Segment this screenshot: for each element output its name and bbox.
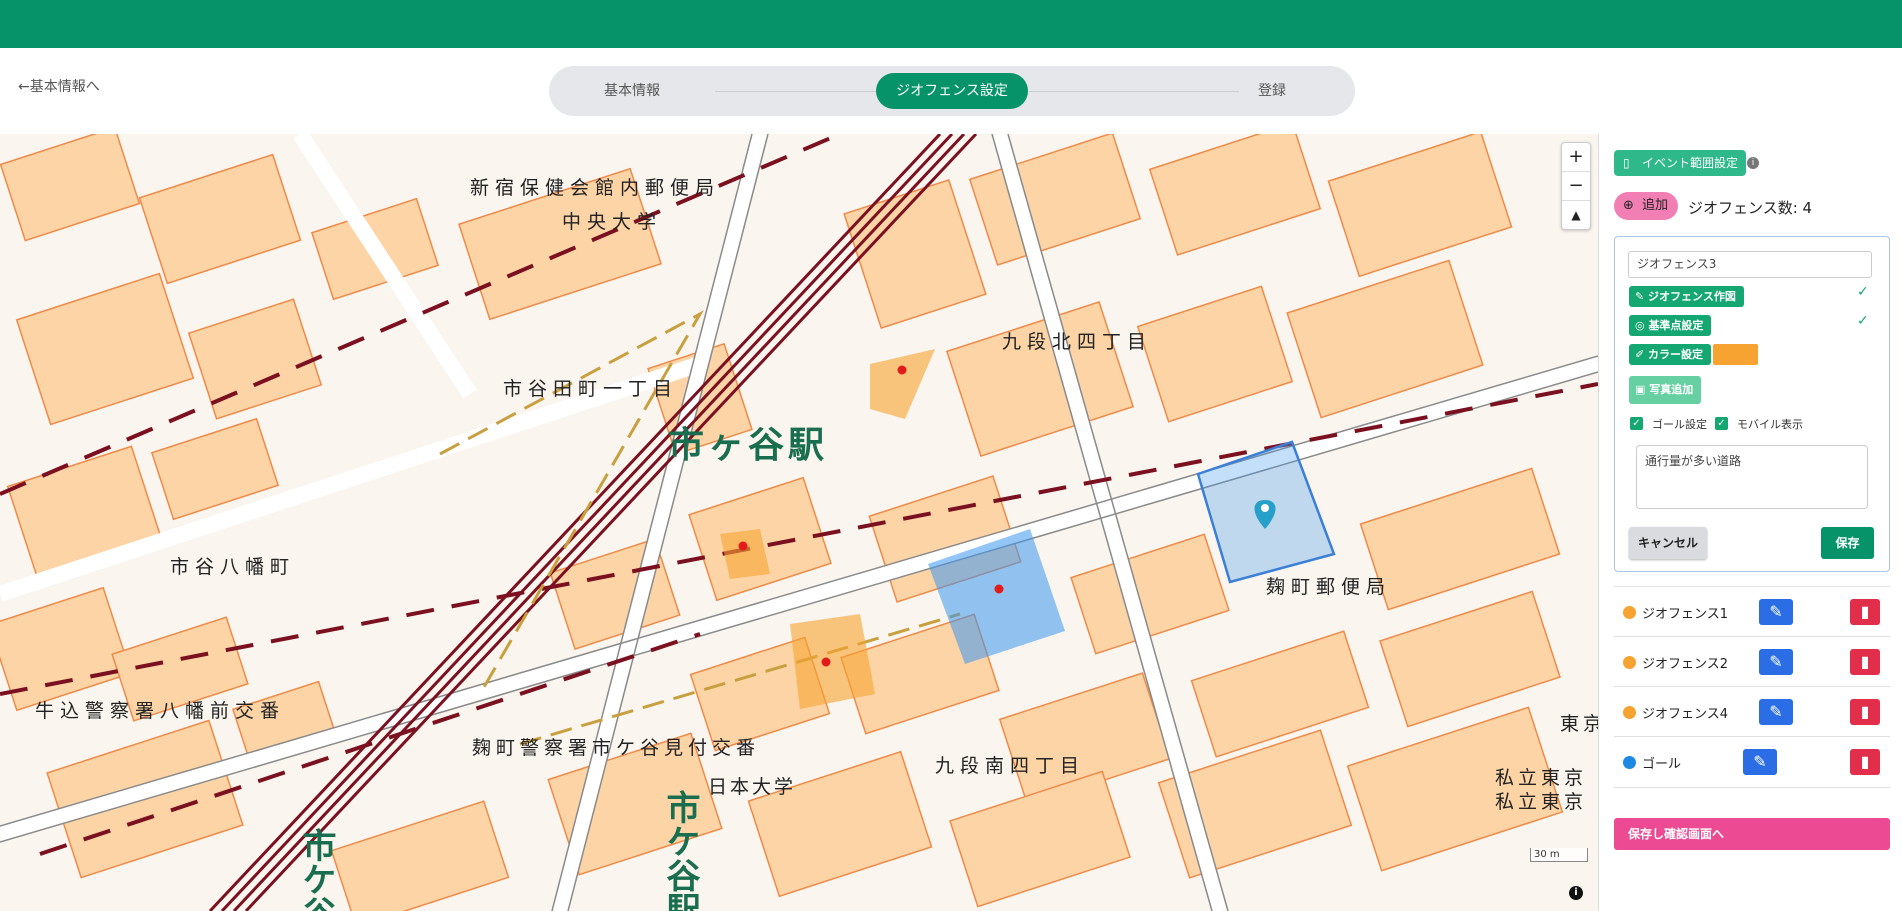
map-label-shinjuku-post: 新宿保健会館内郵便局 xyxy=(470,177,720,199)
edit-button[interactable]: ✎ xyxy=(1759,699,1793,725)
step-basic-info[interactable]: 基本情報 xyxy=(549,66,715,116)
save-button[interactable]: 保存 xyxy=(1821,527,1874,559)
color-swatch[interactable] xyxy=(1713,344,1758,365)
progress-stepper: 基本情報 ジオフェンス設定 登録 xyxy=(549,66,1355,116)
add-geofence-button[interactable]: ⊕ 追加 xyxy=(1614,192,1679,220)
geofence-list-item: ジオフェンス2 ✎ ▮ xyxy=(1614,636,1890,687)
map-zoom-control: + − ▲ xyxy=(1561,142,1591,230)
geofence-list-name: ジオフェンス4 xyxy=(1642,707,1729,722)
add-photo-button[interactable]: ▣ 写真追加 xyxy=(1629,376,1702,404)
pencil-icon: ✎ xyxy=(1769,652,1783,671)
map-label-vertical-station-1: 市ケ谷駅 xyxy=(661,789,700,911)
geofence-list-item: ジオフェンス1 ✎ ▮ xyxy=(1614,586,1890,637)
color-setting-label: カラー設定 xyxy=(1648,348,1704,361)
map-label-ichigaya-hachiman: 市谷八幡町 xyxy=(170,556,295,578)
map-icon: ▯ xyxy=(1623,156,1630,170)
back-to-basic-info-link[interactable]: ←基本情報へ xyxy=(18,76,100,96)
map-label-kudan-kita: 九段北四丁目 xyxy=(1002,331,1152,353)
add-photo-label: 写真追加 xyxy=(1649,383,1694,396)
event-range-setting-label: イベント範囲設定 xyxy=(1642,156,1739,170)
cancel-button[interactable]: キャンセル xyxy=(1629,527,1707,559)
map-label-shiritsu-2: 私立東京 xyxy=(1495,791,1587,813)
geofence-name-input[interactable]: ジオフェンス3 xyxy=(1628,251,1872,278)
add-location-icon: ⊕ xyxy=(1623,198,1634,213)
draw-geofence-button[interactable]: ✎ ジオフェンス作図 xyxy=(1629,286,1744,307)
map-label-ushigome-police: 牛込警察署八幡前交番 xyxy=(35,700,285,722)
color-setting-button[interactable]: ✐ カラー設定 xyxy=(1629,344,1712,365)
event-range-setting-button[interactable]: ▯ イベント範囲設定 xyxy=(1614,150,1747,176)
delete-button[interactable]: ▮ xyxy=(1850,699,1880,725)
edit-button[interactable]: ✎ xyxy=(1759,599,1793,625)
mobile-display-label: モバイル表示 xyxy=(1737,418,1803,431)
goal-setting-checkbox[interactable]: ✓ xyxy=(1630,417,1643,430)
map-label-kudan-minami: 九段南四丁目 xyxy=(935,755,1085,777)
geofence-list-item-goal: ゴール ✎ ▮ xyxy=(1614,736,1890,788)
image-icon: ▣ xyxy=(1635,383,1650,396)
location-pin-icon: ◎ xyxy=(1635,319,1649,332)
memo-textarea[interactable]: 通行量が多い道路 xyxy=(1636,445,1868,509)
map-label-kojimachi-police: 麹町警察署市ケ谷見付交番 xyxy=(472,737,760,759)
step-geofence-settings[interactable]: ジオフェンス設定 xyxy=(876,73,1028,109)
color-dot xyxy=(1623,606,1636,619)
mobile-display-checkbox[interactable]: ✓ xyxy=(1715,417,1728,430)
trash-icon: ▮ xyxy=(1860,702,1870,721)
map-label-vertical-station-2: 市ケ谷 xyxy=(297,827,336,911)
geofence-list-item: ジオフェンス4 ✎ ▮ xyxy=(1614,686,1890,737)
trash-icon: ▮ xyxy=(1860,752,1870,771)
geofence-count: ジオフェンス数: 4 xyxy=(1688,199,1813,217)
pencil-icon: ✎ xyxy=(1769,602,1783,621)
geofence-list-name: ジオフェンス2 xyxy=(1642,657,1729,672)
map-label-ichigaya-tamachi: 市谷田町一丁目 xyxy=(503,378,678,400)
pencil-icon: ✎ xyxy=(1769,702,1783,721)
delete-button[interactable]: ▮ xyxy=(1850,649,1880,675)
base-point-setting-button[interactable]: ◎ 基準点設定 xyxy=(1629,315,1712,336)
pencil-icon: ✎ xyxy=(1635,290,1649,303)
map-view[interactable]: 新宿保健会館内郵便局 中央大学 九段北四丁目 市谷田町一丁目 市谷八幡町 麹町郵… xyxy=(0,134,1598,911)
map-label-chuo-univ: 中央大学 xyxy=(562,211,662,233)
base-point-label: 基準点設定 xyxy=(1648,319,1704,332)
map-label-shiritsu-1: 私立東京 xyxy=(1495,767,1587,789)
color-dot xyxy=(1623,706,1636,719)
compass-reset-button[interactable]: ▲ xyxy=(1562,201,1590,229)
map-attribution-info-icon[interactable]: i xyxy=(1569,886,1583,900)
color-dot xyxy=(1623,656,1636,669)
delete-button[interactable]: ▮ xyxy=(1850,749,1880,775)
map-label-nihon-univ: 日本大学 xyxy=(708,776,796,798)
edit-button[interactable]: ✎ xyxy=(1743,749,1777,775)
brush-icon: ✐ xyxy=(1635,348,1649,361)
app-header-bar xyxy=(0,0,1902,48)
map-scale-bar: 30 m xyxy=(1530,848,1588,862)
trash-icon: ▮ xyxy=(1860,652,1870,671)
save-and-confirm-button[interactable]: 保存し確認画面へ xyxy=(1614,818,1890,850)
delete-button[interactable]: ▮ xyxy=(1850,599,1880,625)
step-registration[interactable]: 登録 xyxy=(1189,66,1355,116)
geofence-list-name: ゴール xyxy=(1642,757,1682,772)
draw-complete-check-icon: ✓ xyxy=(1857,284,1869,300)
add-geofence-label: 追加 xyxy=(1642,198,1669,213)
info-icon[interactable]: i xyxy=(1747,157,1759,169)
geofence-list-name: ジオフェンス1 xyxy=(1642,607,1729,622)
base-point-complete-check-icon: ✓ xyxy=(1857,313,1869,329)
color-dot xyxy=(1623,756,1636,769)
zoom-in-button[interactable]: + xyxy=(1562,143,1590,172)
map-label-ichigaya-station: 市ヶ谷駅 xyxy=(668,424,828,465)
map-label-kojimachi-post: 麹町郵便局 xyxy=(1266,576,1391,598)
map-label-tokyo: 東京 xyxy=(1560,713,1598,735)
draw-geofence-label: ジオフェンス作図 xyxy=(1648,290,1736,303)
goal-setting-label: ゴール設定 xyxy=(1652,418,1707,431)
edit-button[interactable]: ✎ xyxy=(1759,649,1793,675)
pencil-icon: ✎ xyxy=(1753,752,1767,771)
trash-icon: ▮ xyxy=(1860,602,1870,621)
zoom-out-button[interactable]: − xyxy=(1562,172,1590,201)
